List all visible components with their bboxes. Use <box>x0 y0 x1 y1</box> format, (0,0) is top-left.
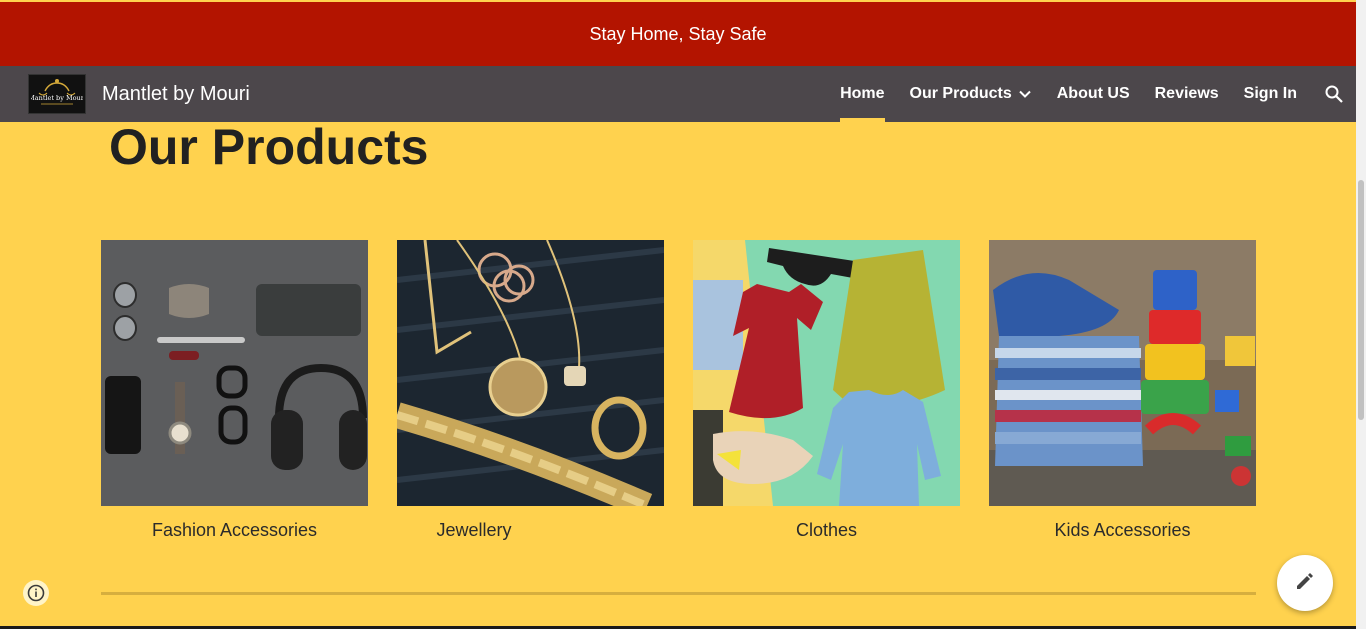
product-image-fashion-accessories[interactable] <box>101 240 368 506</box>
jewellery-image <box>397 240 664 506</box>
product-caption-jewellery[interactable]: Jewellery <box>397 520 551 541</box>
product-caption-kids-accessories[interactable]: Kids Accessories <box>989 520 1256 541</box>
page-title: Our Products <box>109 119 429 175</box>
product-caption-clothes[interactable]: Clothes <box>693 520 960 541</box>
nav-about-us[interactable]: About US <box>1057 66 1130 122</box>
main-nav: Home Our Products About US Reviews Sign … <box>840 66 1356 122</box>
site-header: Mantlet by Mouri Mantlet by Mouri Home O… <box>0 66 1356 122</box>
edit-pencil-icon <box>1294 570 1316 597</box>
site-logo[interactable]: Mantlet by Mouri <box>28 74 86 114</box>
page: Stay Home, Stay Safe Mantlet by Mouri Ma… <box>0 0 1366 629</box>
chevron-down-icon[interactable] <box>1018 87 1032 101</box>
page-scrollbar[interactable] <box>1356 0 1366 629</box>
nav-our-products-label: Our Products <box>909 85 1012 102</box>
nav-home-label: Home <box>840 85 885 102</box>
fashion-accessories-image <box>101 240 368 506</box>
product-image-jewellery[interactable] <box>397 240 664 506</box>
scrollbar-thumb[interactable] <box>1358 180 1364 420</box>
banner-text: Stay Home, Stay Safe <box>589 23 767 44</box>
nav-about-us-label: About US <box>1056 85 1130 102</box>
nav-reviews-label: Reviews <box>1154 85 1219 102</box>
site-title[interactable]: Mantlet by Mouri <box>102 66 250 122</box>
nav-sign-in-label: Sign In <box>1243 85 1297 102</box>
svg-text:Mantlet by Mouri: Mantlet by Mouri <box>31 94 83 102</box>
edit-button[interactable] <box>1277 555 1333 611</box>
nav-reviews[interactable]: Reviews <box>1155 66 1219 122</box>
clothes-image <box>693 240 960 506</box>
kids-accessories-image <box>989 240 1256 506</box>
logo-graphic: Mantlet by Mouri <box>31 79 83 105</box>
nav-our-products[interactable]: Our Products <box>910 66 1032 122</box>
section-divider <box>101 592 1256 595</box>
product-image-kids-accessories[interactable] <box>989 240 1256 506</box>
search-icon[interactable] <box>1322 66 1346 122</box>
announcement-banner: Stay Home, Stay Safe <box>0 2 1356 66</box>
product-caption-fashion-accessories[interactable]: Fashion Accessories <box>101 520 368 541</box>
product-image-clothes[interactable] <box>693 240 960 506</box>
nav-home[interactable]: Home <box>840 66 885 122</box>
info-icon[interactable] <box>23 580 49 606</box>
nav-sign-in[interactable]: Sign In <box>1244 66 1297 122</box>
